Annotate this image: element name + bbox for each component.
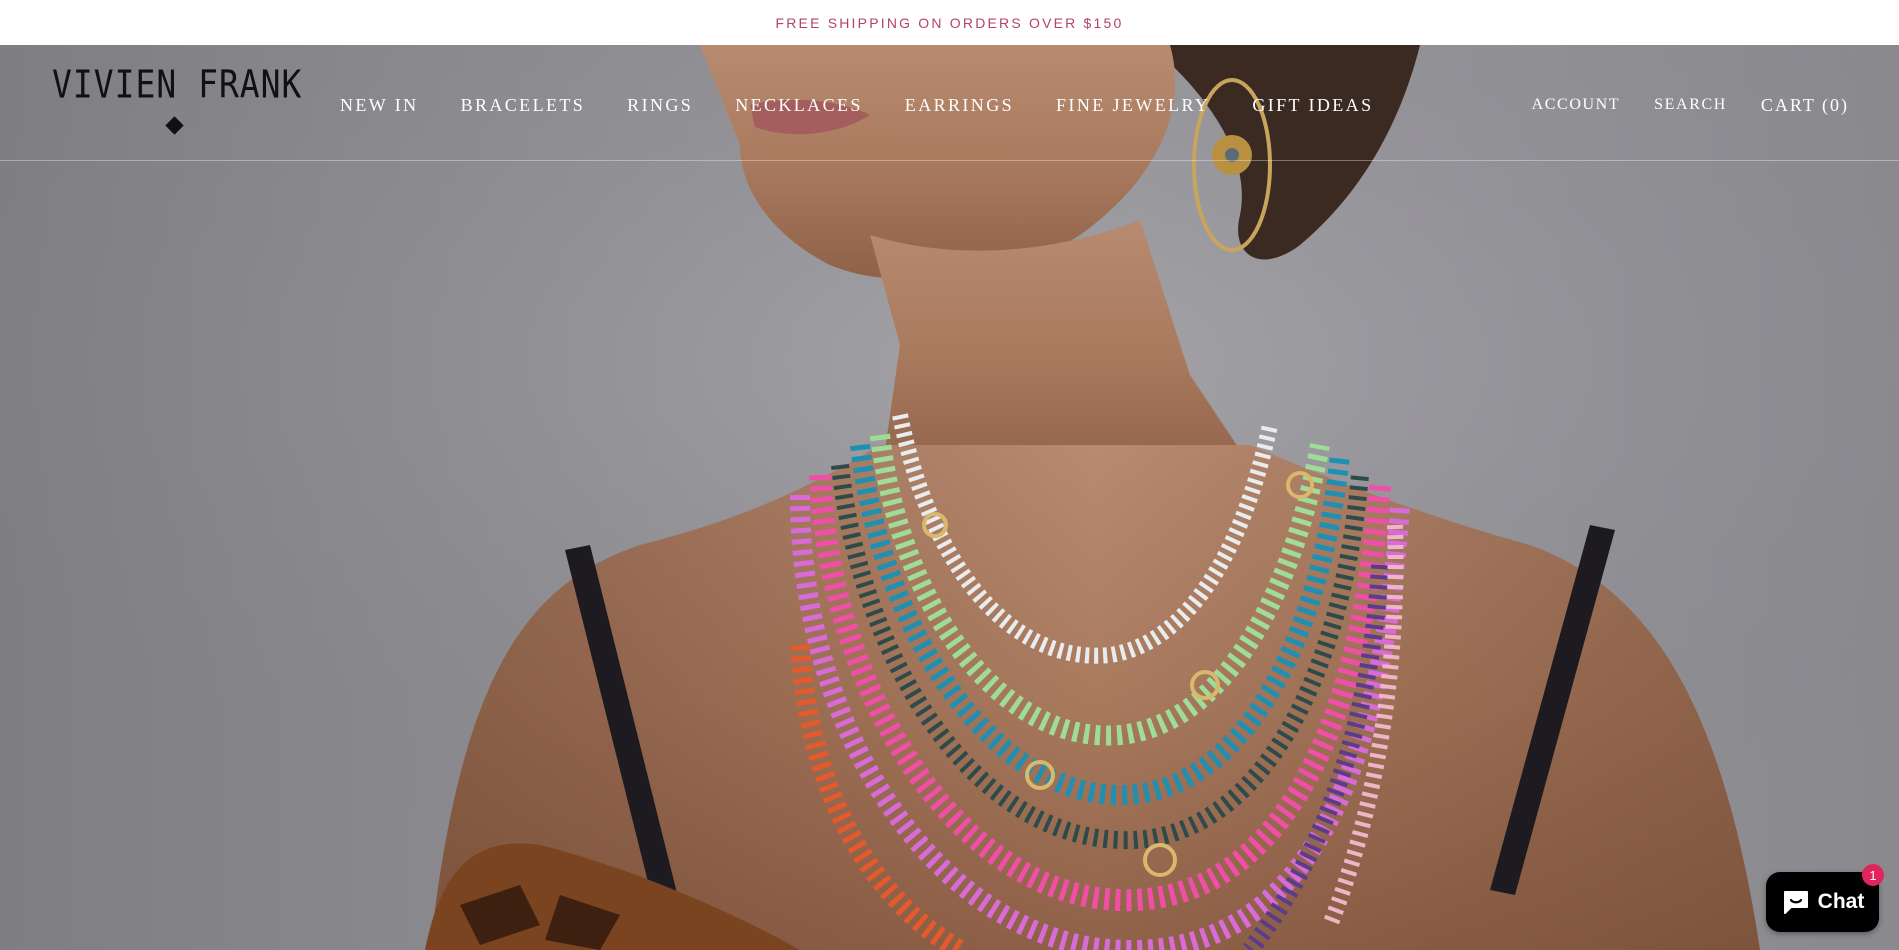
cart-link[interactable]: CART (0)	[1761, 95, 1849, 116]
nav-item-fine-jewelry[interactable]: FINE JEWELRY	[1056, 95, 1210, 116]
page: FREE SHIPPING ON ORDERS OVER $150 VIVIEN…	[0, 0, 1899, 950]
announcement-text: FREE SHIPPING ON ORDERS OVER $150	[775, 14, 1124, 31]
main-nav: NEW IN BRACELETS RINGS NECKLACES EARRING…	[340, 92, 1373, 118]
site-header: VIVIEN FRANK NEW IN BRACELETS RINGS NECK…	[0, 45, 1899, 161]
chat-unread-badge: 1	[1862, 864, 1884, 886]
nav-item-earrings[interactable]: EARRINGS	[905, 95, 1014, 116]
nav-item-rings[interactable]: RINGS	[627, 95, 693, 116]
hero-banner[interactable]	[0, 45, 1899, 950]
diamond-icon	[165, 116, 184, 135]
nav-item-bracelets[interactable]: BRACELETS	[461, 95, 586, 116]
hero-image	[0, 45, 1899, 950]
nav-item-necklaces[interactable]: NECKLACES	[735, 95, 863, 116]
chat-label: Chat	[1817, 890, 1865, 913]
announcement-bar: FREE SHIPPING ON ORDERS OVER $150	[0, 0, 1899, 45]
nav-item-gift-ideas[interactable]: GIFT IDEAS	[1252, 95, 1373, 116]
logo-wordmark: VIVIEN FRANK	[52, 62, 303, 107]
chat-button[interactable]: Chat	[1766, 872, 1879, 932]
search-link[interactable]: SEARCH	[1654, 96, 1727, 114]
nav-item-new-in[interactable]: NEW IN	[340, 95, 419, 116]
logo[interactable]: VIVIEN FRANK	[52, 62, 303, 142]
account-link[interactable]: ACCOUNT	[1532, 96, 1621, 114]
utility-nav: ACCOUNT SEARCH CART (0)	[1532, 92, 1849, 118]
chat-bubble-icon	[1783, 891, 1808, 914]
